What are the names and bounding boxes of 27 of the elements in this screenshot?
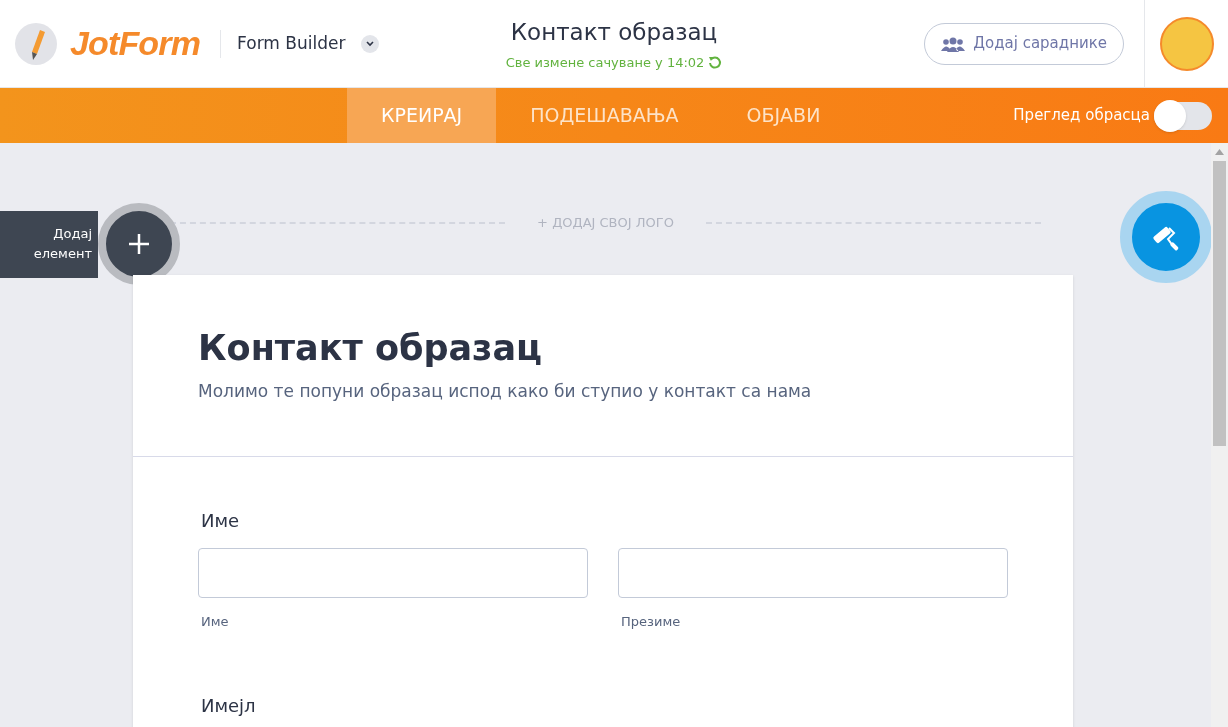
refresh-icon — [708, 55, 723, 70]
preview-label: Преглед обрасца — [1013, 105, 1150, 127]
add-logo-link[interactable]: + ДОДАЈ СВОЈ ЛОГО — [505, 213, 706, 233]
form-subtitle: Молимо те попуни образац испод како би ступио у контакт са нама — [198, 379, 813, 403]
pencil-logo-icon — [14, 21, 58, 66]
people-icon — [941, 35, 966, 52]
save-status: Све измене сачуване у 14:02 — [505, 54, 705, 72]
field-label: Имејл — [200, 693, 257, 718]
nav-tab[interactable]: ОБЈАВИ — [712, 88, 855, 143]
product-name: Form Builder — [237, 31, 346, 55]
field-sublabel: Име — [200, 613, 230, 632]
dropdown-button[interactable] — [361, 34, 380, 53]
brand-logo-text: JotForm — [70, 23, 201, 64]
field-label: Име — [200, 509, 241, 534]
scroll-up-icon[interactable] — [1215, 149, 1224, 155]
add-element-label[interactable]: Додај елемент — [0, 210, 98, 278]
nav-tab[interactable]: КРЕИРАЈ — [347, 88, 497, 143]
text-input[interactable] — [198, 548, 588, 599]
chevron-down-icon — [366, 40, 375, 47]
preview-toggle[interactable] — [1154, 101, 1212, 130]
field-sublabel: Презиме — [620, 613, 682, 632]
form-heading: Контакт образац — [198, 327, 544, 370]
text-input[interactable] — [618, 548, 1008, 599]
nav-tab[interactable]: ПОДЕШАВАЊА — [496, 88, 713, 143]
form-title: Контакт образац — [510, 17, 718, 47]
plus-icon — [127, 232, 151, 256]
scrollbar[interactable] — [1211, 143, 1228, 727]
